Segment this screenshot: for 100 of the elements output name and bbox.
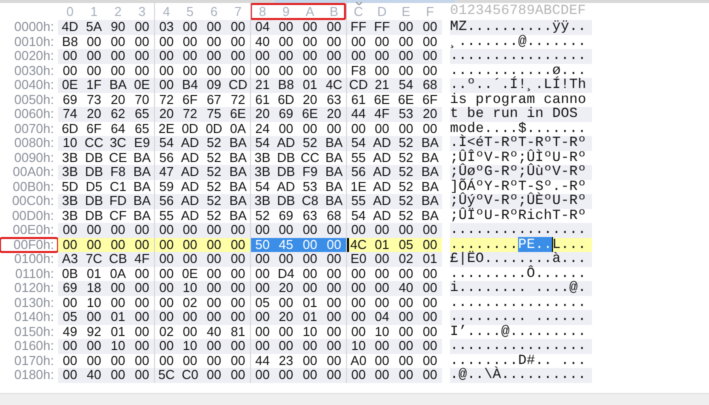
hex-byte[interactable]: 10	[178, 281, 202, 296]
hex-byte[interactable]: 00	[274, 64, 298, 78]
hex-byte[interactable]: BA	[106, 78, 130, 92]
hex-byte[interactable]: 00	[154, 310, 178, 324]
hex-byte[interactable]: 00	[418, 281, 442, 296]
hex-byte[interactable]: 00	[322, 310, 346, 324]
hex-byte[interactable]: 00	[154, 49, 178, 64]
hex-byte[interactable]: 10	[346, 339, 370, 354]
hex-byte[interactable]: 00	[418, 324, 442, 339]
hex-byte[interactable]: 00	[418, 296, 442, 310]
hex-byte[interactable]: 00	[370, 339, 394, 354]
hex-byte[interactable]: 09	[202, 78, 226, 92]
hex-byte[interactable]: 00	[418, 20, 442, 34]
hex-byte[interactable]: 00	[322, 339, 346, 354]
ascii-text[interactable]: ................	[450, 223, 592, 238]
hex-byte[interactable]: 01	[298, 78, 322, 92]
hex-byte[interactable]: 00	[274, 20, 298, 34]
hex-byte[interactable]: F8	[106, 165, 130, 180]
hex-byte[interactable]: 00	[298, 252, 322, 266]
hex-byte[interactable]: 00	[106, 64, 130, 78]
hex-byte[interactable]: 10	[370, 324, 394, 339]
hex-byte[interactable]: 40	[82, 368, 106, 382]
hex-byte[interactable]: 00	[394, 296, 418, 310]
hex-byte[interactable]: 00	[274, 34, 298, 49]
hex-byte[interactable]: 65	[130, 107, 154, 122]
hex-byte[interactable]: 00	[322, 252, 346, 266]
hex-byte[interactable]: 00	[106, 281, 130, 296]
ascii-text[interactable]: ................	[450, 296, 592, 310]
hex-byte[interactable]: 00	[106, 368, 130, 382]
hex-byte[interactable]: 3C	[106, 136, 130, 150]
hex-byte[interactable]: 62	[106, 107, 130, 122]
hex-byte[interactable]: 00	[58, 296, 82, 310]
hex-byte[interactable]: 69	[58, 281, 82, 296]
hex-byte[interactable]: 6E	[298, 107, 322, 122]
hex-byte[interactable]: F9	[298, 165, 322, 180]
hex-byte[interactable]: BA	[130, 208, 154, 223]
hex-byte[interactable]: 20	[274, 281, 298, 296]
hex-byte[interactable]: 5D	[58, 180, 82, 194]
hex-byte[interactable]: 00	[82, 223, 106, 238]
hex-byte[interactable]: 00	[82, 310, 106, 324]
hex-byte[interactable]: 00	[250, 252, 274, 266]
hex-byte[interactable]: 00	[370, 266, 394, 281]
hex-byte[interactable]: 00	[226, 354, 250, 368]
hex-byte[interactable]: 00	[298, 281, 322, 296]
hex-byte[interactable]: 00	[130, 339, 154, 354]
hex-byte[interactable]: 00	[226, 20, 250, 34]
hex-byte[interactable]: 00	[370, 368, 394, 382]
hex-byte[interactable]: AD	[274, 136, 298, 150]
hex-byte[interactable]: AD	[370, 180, 394, 194]
hex-byte[interactable]: 00	[226, 223, 250, 238]
hex-byte[interactable]: 0D	[202, 122, 226, 136]
hex-byte[interactable]: 00	[106, 34, 130, 49]
hex-byte[interactable]: 20	[250, 107, 274, 122]
hex-byte[interactable]: DB	[274, 150, 298, 165]
hex-byte[interactable]: BA	[226, 136, 250, 150]
hex-byte[interactable]: 00	[370, 252, 394, 266]
hex-byte[interactable]: DB	[274, 165, 298, 180]
hex-byte[interactable]: C0	[178, 368, 202, 382]
hex-byte[interactable]: 00	[58, 339, 82, 354]
hex-byte[interactable]: 3B	[58, 194, 82, 208]
hex-byte[interactable]: 00	[250, 49, 274, 64]
hex-byte[interactable]: 00	[322, 296, 346, 310]
hex-byte[interactable]: FF	[370, 20, 394, 34]
hex-byte[interactable]: 00	[106, 354, 130, 368]
ascii-text[interactable]: ¸.......@.......	[450, 34, 592, 49]
hex-byte[interactable]: AD	[370, 165, 394, 180]
hex-byte[interactable]: 00	[202, 339, 226, 354]
hex-byte[interactable]: AD	[178, 150, 202, 165]
hex-byte[interactable]: 0E	[178, 266, 202, 281]
ascii-text[interactable]: i........ ....@.	[450, 281, 592, 296]
ascii-text[interactable]: £|ËO........à...	[450, 252, 592, 266]
hex-byte[interactable]: 00	[322, 49, 346, 64]
hex-byte[interactable]: FD	[106, 194, 130, 208]
hex-byte[interactable]: 01	[106, 324, 130, 339]
hex-byte[interactable]: 6D	[274, 92, 298, 107]
hex-byte[interactable]: 00	[154, 78, 178, 92]
hex-byte[interactable]: 00	[394, 324, 418, 339]
hex-byte[interactable]: 0A	[106, 266, 130, 281]
hex-byte[interactable]: AD	[370, 194, 394, 208]
hex-byte[interactable]: 00	[298, 64, 322, 78]
hex-byte[interactable]: 6D	[58, 122, 82, 136]
hex-byte[interactable]: 00	[322, 354, 346, 368]
hex-byte[interactable]: 00	[202, 368, 226, 382]
hex-byte[interactable]: 00	[346, 281, 370, 296]
hex-byte[interactable]: 68	[418, 78, 442, 92]
hex-byte[interactable]: 00	[394, 122, 418, 136]
hex-byte[interactable]: 3B	[58, 165, 82, 180]
hex-byte[interactable]: DB	[82, 194, 106, 208]
hex-byte[interactable]: E0	[346, 252, 370, 266]
hex-byte[interactable]: 67	[202, 92, 226, 107]
hex-byte[interactable]: 00	[130, 223, 154, 238]
hex-byte[interactable]: 49	[58, 324, 82, 339]
hex-byte[interactable]: 52	[394, 208, 418, 223]
hex-byte[interactable]: 5A	[82, 20, 106, 34]
hex-byte[interactable]: BA	[226, 194, 250, 208]
hex-byte[interactable]: 00	[322, 34, 346, 49]
hex-byte[interactable]: 00	[130, 49, 154, 64]
hex-byte[interactable]: 53	[298, 180, 322, 194]
hex-byte[interactable]: 52	[202, 208, 226, 223]
hex-byte[interactable]: 54	[394, 78, 418, 92]
